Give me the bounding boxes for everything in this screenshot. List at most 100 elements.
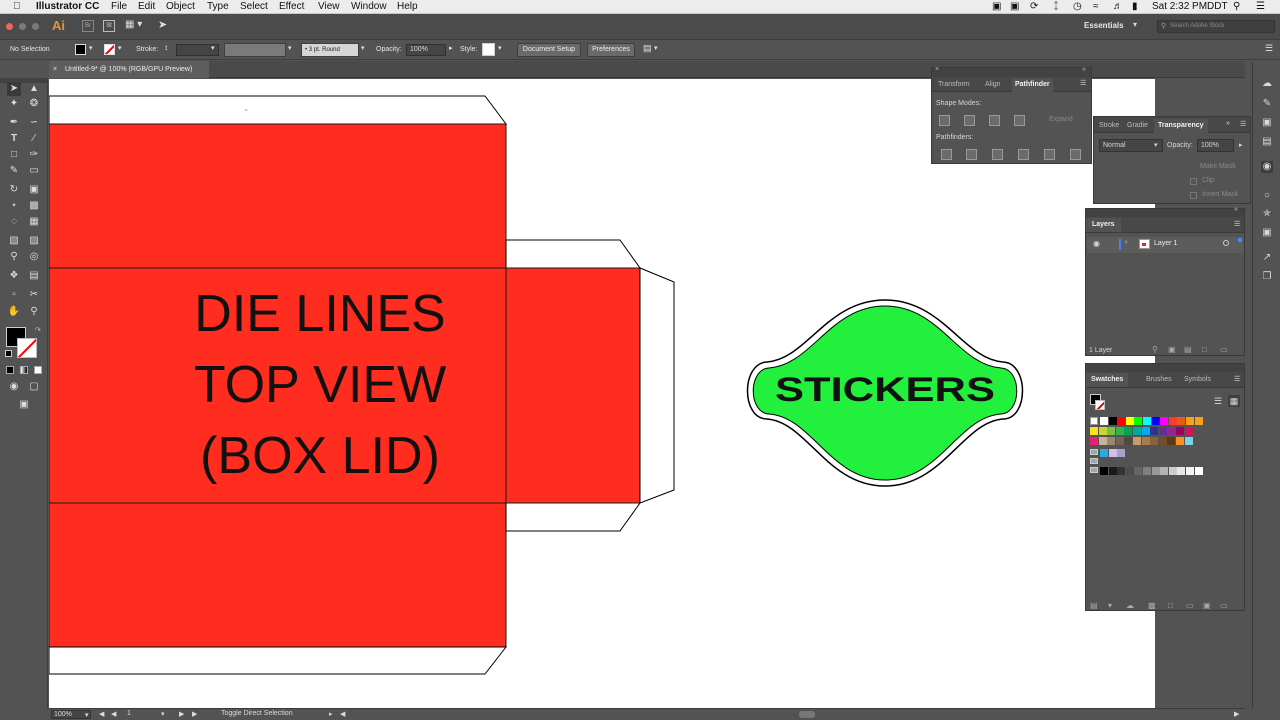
draw-normal-icon[interactable]: ◉	[7, 380, 21, 394]
swatch-0-6[interactable]	[1151, 417, 1160, 425]
app-name-menu[interactable]: Illustrator CC	[36, 1, 99, 12]
swatch-1-11[interactable]	[1184, 427, 1193, 435]
new-swatch-icon[interactable]: ▣	[1203, 601, 1211, 610]
zoom-window-button[interactable]	[32, 23, 39, 30]
gpu-performance-icon[interactable]: ➤	[158, 18, 167, 31]
graphic-style-swatch[interactable]	[482, 43, 495, 56]
merge-icon[interactable]	[992, 149, 1003, 160]
artboard-number[interactable]: 1	[127, 710, 131, 717]
grid-view-icon[interactable]: ▦	[1228, 395, 1240, 407]
bridge-icon[interactable]: Br	[82, 20, 94, 32]
pen-tool-icon[interactable]: ✒	[7, 116, 21, 130]
swatch-0-11[interactable]	[1194, 417, 1203, 425]
blend-mode-select[interactable]: Normal ▾	[1099, 139, 1163, 152]
shape-builder-tool-icon[interactable]: ◌	[7, 215, 21, 229]
swatch-2-1[interactable]	[1098, 437, 1107, 445]
minus-front-icon[interactable]	[964, 115, 975, 126]
swatch-4-4[interactable]	[1134, 467, 1143, 475]
symbol-sprayer-tool-icon[interactable]: ❖	[7, 269, 21, 283]
swatch-2-4[interactable]	[1124, 437, 1133, 445]
swatch-4-11[interactable]	[1194, 467, 1203, 475]
swatch-2-7[interactable]	[1150, 437, 1159, 445]
scroll-right-icon[interactable]: ▶	[1234, 710, 1239, 718]
swatch-stroke-indicator[interactable]	[1095, 400, 1105, 410]
swatch-3-0[interactable]	[1100, 449, 1108, 457]
transparency-opacity-field[interactable]: 100%	[1197, 139, 1234, 152]
color-mode-icon[interactable]	[6, 366, 14, 374]
hand-tool-icon[interactable]: ✋	[7, 305, 21, 319]
panel-expand-icon[interactable]: »	[1226, 120, 1230, 127]
curvature-tool-icon[interactable]: ∽	[27, 116, 41, 130]
swatch-0-5[interactable]	[1143, 417, 1151, 425]
default-colors-icon[interactable]	[5, 350, 12, 357]
swatch-0-3[interactable]	[1125, 417, 1134, 425]
outline-icon[interactable]	[1044, 149, 1055, 160]
clipping-mask-icon[interactable]: ▣	[1168, 345, 1176, 354]
crop-icon[interactable]	[1018, 149, 1029, 160]
menu-object[interactable]: Object	[166, 1, 195, 12]
swatch-4-1[interactable]	[1108, 467, 1117, 475]
export-panel-icon[interactable]: ↗	[1261, 252, 1273, 264]
stroke-weight-chevron-icon[interactable]: ▾	[211, 44, 215, 52]
stroke-dropdown-icon[interactable]: ▾	[118, 44, 122, 52]
swatch-4-2[interactable]	[1117, 467, 1126, 475]
tab-transparency[interactable]: Transparency	[1154, 119, 1208, 133]
tab-gradient[interactable]: Gradie	[1127, 119, 1148, 133]
tab-brushes[interactable]: Brushes	[1146, 373, 1172, 387]
swatch-3-1[interactable]	[1108, 449, 1117, 457]
visibility-eye-icon[interactable]: ◉	[1093, 239, 1100, 248]
direct-selection-tool-icon[interactable]: ▲	[27, 82, 41, 96]
swatch-1-8[interactable]	[1158, 427, 1167, 435]
die-lines-text-2[interactable]: TOP VIEW	[194, 356, 446, 414]
menu-window[interactable]: Window	[351, 1, 387, 12]
color-group-folder-icon[interactable]: ▭	[1186, 601, 1194, 610]
swatch-options-icon[interactable]: ▩	[1148, 601, 1156, 610]
minus-back-icon[interactable]	[1070, 149, 1081, 160]
swatch-1-5[interactable]	[1133, 427, 1141, 435]
tab-transform[interactable]: Transform	[938, 78, 970, 92]
color-group-folder-icon[interactable]	[1090, 467, 1098, 473]
next-artboard-icon[interactable]: ▶	[179, 710, 184, 718]
layers-menu-icon[interactable]: ☰	[1234, 220, 1240, 228]
menu-type[interactable]: Type	[207, 1, 229, 12]
screen-icon[interactable]: ▣	[992, 1, 1001, 12]
appearance-panel-icon[interactable]: ◉	[1261, 161, 1273, 173]
swatch-1-2[interactable]	[1107, 427, 1116, 435]
swatch-2-3[interactable]	[1115, 437, 1124, 445]
menu-view[interactable]: View	[318, 1, 340, 12]
new-layer-icon[interactable]: □	[1202, 345, 1207, 354]
display-icon[interactable]: ▣	[1010, 1, 1019, 12]
cc-libraries-icon[interactable]: ☁	[1126, 601, 1134, 610]
document-setup-button[interactable]: Document Setup	[517, 43, 581, 57]
tab-symbols[interactable]: Symbols	[1184, 373, 1211, 387]
swatch-4-0[interactable]	[1100, 467, 1108, 475]
layers-titlebar[interactable]: «	[1086, 206, 1244, 217]
swatch-1-0[interactable]	[1090, 427, 1098, 435]
user-name[interactable]: DDT	[1207, 1, 1228, 12]
selection-indicator[interactable]	[1238, 238, 1242, 242]
scroll-left-icon[interactable]: ◀	[340, 710, 345, 718]
swatch-4-8[interactable]	[1168, 467, 1177, 475]
column-graph-tool-icon[interactable]: ▤	[27, 269, 41, 283]
swatch-1-3[interactable]	[1115, 427, 1124, 435]
symbols-panel-icon[interactable]: ○	[1261, 190, 1273, 202]
screen-mode-icon[interactable]: ▣	[17, 398, 31, 412]
swatch-2-11[interactable]	[1184, 437, 1193, 445]
swatch-0-7[interactable]	[1160, 417, 1169, 425]
magic-wand-tool-icon[interactable]: ✦	[7, 97, 21, 111]
opacity-chevron-icon[interactable]: ▸	[449, 44, 453, 52]
menu-edit[interactable]: Edit	[138, 1, 155, 12]
volume-icon[interactable]: ♬	[1113, 1, 1123, 12]
swatch-4-6[interactable]	[1151, 467, 1160, 475]
timemachine-icon[interactable]: ◷	[1073, 1, 1082, 12]
trim-icon[interactable]	[966, 149, 977, 160]
collapse-layers-icon[interactable]: «	[1234, 206, 1238, 213]
swatch-1-10[interactable]	[1176, 427, 1184, 435]
swatch-1-9[interactable]	[1167, 427, 1176, 435]
blend-tool-icon[interactable]: ◎	[27, 250, 41, 264]
swatch-none[interactable]	[1090, 417, 1098, 425]
tab-layers[interactable]: Layers	[1086, 218, 1121, 232]
swatch-2-10[interactable]	[1176, 437, 1184, 445]
battery-icon[interactable]: ▮	[1132, 1, 1138, 12]
layer-row[interactable]: ◉ › Layer 1	[1087, 237, 1243, 253]
